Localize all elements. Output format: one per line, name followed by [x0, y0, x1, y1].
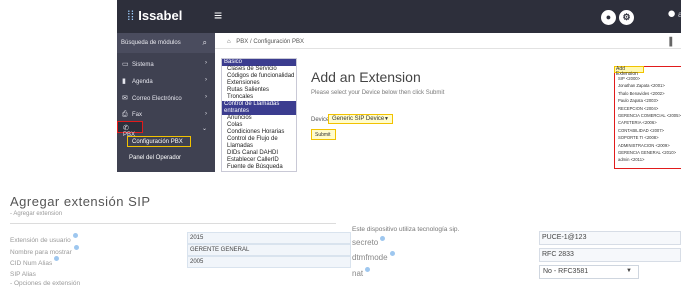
extension-list-item[interactable]: Jonathan Zapata <2001>	[618, 82, 681, 89]
extension-list-item[interactable]: ADMINISTRACION <2009>	[618, 142, 681, 149]
display-name-label: Nombre para mostrar	[10, 245, 79, 256]
breadcrumb-pbx[interactable]: PBX	[236, 39, 248, 45]
submit-button[interactable]: Submit	[311, 129, 336, 140]
category-item[interactable]: Rutas Salientes	[222, 87, 296, 94]
sidebar-item-configuracion-pbx[interactable]: Configuración PBX	[127, 136, 191, 147]
divider	[10, 223, 336, 224]
chevron-right-icon: ›	[205, 77, 207, 83]
chevron-down-icon: ▼	[384, 116, 389, 122]
category-header: Basico	[222, 59, 296, 66]
notification-icon[interactable]: ●	[601, 10, 616, 25]
category-item[interactable]: Clases de Servicio	[222, 66, 296, 73]
category-item[interactable]: Troncales	[222, 94, 296, 101]
sidebar-item-sistema[interactable]: ▭ Sistema ›	[117, 56, 215, 72]
help-icon[interactable]	[365, 267, 371, 272]
secret-label: secreto	[352, 236, 386, 247]
sip-alias-label: SIP Alias	[10, 271, 36, 278]
help-icon[interactable]	[73, 245, 79, 250]
module-search[interactable]: Búsqueda de módulos ⌕	[117, 33, 215, 53]
book-icon: ▮	[122, 78, 126, 85]
chevron-right-icon: ›	[205, 60, 207, 66]
nat-label: nat	[352, 267, 371, 278]
category-list[interactable]: Basico Clases de Servicio Códigos de funci…	[221, 58, 297, 172]
search-icon[interactable]: ⌕	[203, 38, 207, 48]
issabel-screenshot: ⁞⁞Issabel ≡ ● ⚙ ● adm Búsqueda de módulo…	[117, 0, 681, 172]
user-extension-label: Extensión de usuario	[10, 233, 78, 244]
device-label: Device	[311, 117, 330, 123]
nat-select[interactable]: No - RFC3581 ▼	[539, 265, 639, 279]
category-item[interactable]: Control de Flujo de Llamadas	[222, 136, 296, 150]
extension-list-item[interactable]: SOPORTE TI <2008>	[618, 134, 681, 141]
secret-field[interactable]: PUCE-1@123	[539, 231, 681, 245]
add-extension-link[interactable]: Add Extension	[614, 66, 644, 77]
category-item[interactable]: Colas	[222, 122, 296, 129]
extension-list-item[interactable]: RECEPCION <2004>	[618, 105, 681, 112]
category-item[interactable]: Fuente de Búsqueda	[222, 164, 296, 171]
help-icon[interactable]	[54, 256, 60, 261]
form-title: Agregar extensión SIP	[10, 194, 151, 209]
device-note: Este dispositivo utiliza tecnología sip.	[352, 226, 460, 233]
breadcrumb-page: Configuración PBX	[253, 39, 305, 45]
extension-list-item[interactable]: CONTABILIDAD <2007>	[618, 127, 681, 134]
cid-num-alias-field[interactable]: 2005	[187, 256, 351, 268]
extension-list-item[interactable]: GERENCIA GENERAL <2010>	[618, 149, 681, 156]
category-item[interactable]: Extensiones	[222, 80, 296, 87]
device-select[interactable]: Generic SIP Device ▼	[328, 114, 393, 124]
issabel-logo[interactable]: ⁞⁞ Issabel	[127, 8, 182, 23]
main-content: ⌂ PBX / Configuración PBX ▌ Basico Clases…	[215, 33, 681, 172]
category-item[interactable]: Anuncios	[222, 115, 296, 122]
help-icon[interactable]	[380, 236, 386, 241]
help-icon[interactable]	[389, 251, 395, 256]
chevron-right-icon: ›	[205, 111, 207, 117]
display-name-field[interactable]: GERENTE GENERAL	[187, 244, 351, 256]
extension-list-item[interactable]: Paulo Zapata <2003>	[618, 97, 681, 104]
category-item[interactable]: Códigos de funcionalidad	[222, 73, 296, 80]
top-navbar: ⁞⁞Issabel ≡ ● ⚙ ● adm	[117, 0, 681, 33]
chevron-down-icon: ⌄	[201, 126, 207, 132]
help-icon[interactable]	[72, 233, 78, 238]
mail-icon: ✉	[122, 95, 128, 102]
phone-icon: ✆	[123, 125, 129, 132]
breadcrumb-separator: /	[249, 39, 252, 45]
category-header: Control de Llamadas entrantes	[222, 101, 296, 115]
form-subtitle[interactable]: - Agregar extension	[10, 211, 62, 217]
add-extension-subtitle: Please select your Device below then cli…	[311, 90, 445, 96]
hamburger-icon[interactable]: ≡	[214, 7, 222, 23]
chevron-down-icon: ▼	[626, 268, 632, 274]
extension-list-item[interactable]: CAFETERIA <2006>	[618, 119, 681, 126]
sidebar-item-correo[interactable]: ✉ Correo Electrónico ›	[117, 90, 215, 106]
category-item[interactable]: DIDs Canal DAHDI	[222, 150, 296, 157]
sidebar-item-pbx[interactable]: ✆PBX	[117, 121, 143, 138]
chevron-right-icon: ›	[205, 94, 207, 100]
dtmfmode-field[interactable]: RFC 2833	[539, 248, 681, 262]
home-icon[interactable]: ⌂	[227, 39, 231, 45]
sidebar: Búsqueda de módulos ⌕ ▭ Sistema › ▮ Agenda…	[117, 33, 215, 172]
dtmfmode-label: dtmfmode	[352, 251, 395, 262]
user-extension-field[interactable]: 2015	[187, 232, 351, 244]
extension-list-item[interactable]: SIP <2000>	[618, 75, 681, 82]
cid-num-alias-label: CID Num Alias	[10, 256, 60, 267]
sidebar-item-panel-operador[interactable]: Panel del Operador	[125, 153, 205, 164]
logo-icon: ⁞⁞	[127, 8, 135, 23]
divider-icon: ▌	[669, 37, 675, 46]
printer-icon: ⎙	[122, 111, 128, 118]
extension-list-item[interactable]: GERENCIA COMERCIAL <2005>	[618, 112, 681, 119]
help-icon[interactable]: ⚙	[619, 10, 634, 25]
extension-list-item[interactable]: Thalo Benavides <2002>	[618, 90, 681, 97]
extension-list: SIP <2000> Jonathan Zapata <2001> Thalo Be…	[618, 75, 681, 164]
breadcrumb: ⌂ PBX / Configuración PBX ▌	[215, 33, 681, 49]
monitor-icon: ▭	[122, 61, 129, 68]
category-item[interactable]: Condiciones Horarias	[222, 129, 296, 136]
sidebar-item-agenda[interactable]: ▮ Agenda ›	[117, 73, 215, 89]
category-item[interactable]: Establecer CallerID	[222, 157, 296, 164]
extension-options-link[interactable]: - Opciones de extensión	[10, 280, 80, 287]
add-extension-title: Add an Extension	[311, 69, 421, 85]
extension-list-item[interactable]: admin <2011>	[618, 156, 681, 163]
